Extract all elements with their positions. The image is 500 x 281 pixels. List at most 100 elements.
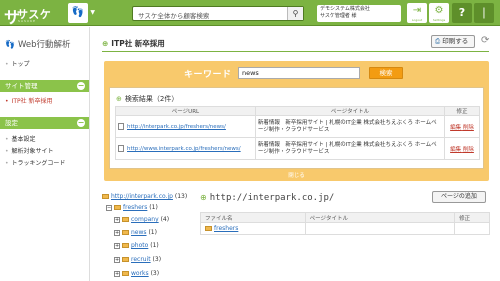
file-table: ファイル名 ページタイトル 修正 freshers bbox=[200, 212, 490, 235]
footprint-menu-button[interactable]: 👣 ▼ bbox=[68, 3, 95, 23]
file-actions-cell bbox=[454, 222, 490, 235]
delete-link[interactable]: 削除 bbox=[463, 147, 474, 153]
keyword-search-panel: キーワード news 検索 ⊕ 検索結果（2件） ページURL ページタイトル 修… bbox=[104, 61, 489, 181]
sidebar: 👣Web行動解析 トップ サイト管理 − ITP社 新卒採用 設定 − 基本設定… bbox=[0, 27, 90, 281]
row-actions: 編集 削除 bbox=[444, 115, 480, 138]
keyword-label: キーワード bbox=[184, 70, 232, 80]
add-page-button[interactable]: ページの追加 bbox=[432, 191, 486, 203]
folder-icon bbox=[114, 205, 121, 210]
sidebar-title: 👣 Web行動解析 bbox=[5, 40, 71, 50]
expand-icon[interactable]: + bbox=[114, 242, 120, 249]
sidebar-item-itp-recruit[interactable]: ITP社 新卒採用 bbox=[5, 96, 53, 105]
column-header: ページURL bbox=[115, 106, 256, 116]
expand-icon[interactable]: + bbox=[114, 216, 120, 223]
folder-icon bbox=[122, 257, 129, 262]
tree-root[interactable]: http://interpark.co.jp (13) bbox=[102, 193, 187, 200]
sasuke-logo[interactable]: サ サスケ SASUKE bbox=[4, 3, 66, 27]
printer-icon: ⎙ bbox=[435, 37, 441, 45]
results-title: ⊕ 検索結果（2件） bbox=[116, 95, 179, 103]
edit-link[interactable]: 編集 bbox=[450, 147, 461, 153]
tree-node-works[interactable]: + works (3) bbox=[114, 270, 159, 277]
page-title-cell: 新着情報 新卒採用サイト | 札幌のIT企業 株式会社ちえぶくろ ホームページ制… bbox=[254, 115, 446, 138]
folder-icon bbox=[205, 226, 212, 231]
sidebar-section-site[interactable]: サイト管理 − bbox=[0, 80, 89, 92]
page-title: ⊕ ITP社 新卒採用 bbox=[102, 39, 165, 48]
keyword-input[interactable]: news bbox=[238, 67, 360, 79]
settings-button[interactable]: ⚙ Settings bbox=[429, 3, 449, 23]
collapse-icon[interactable]: − bbox=[106, 204, 112, 211]
company-name: デモシステム株式会社 bbox=[320, 6, 370, 12]
info-icon: ❘ bbox=[479, 6, 489, 19]
settings-label: Settings bbox=[432, 18, 446, 22]
logout-label: Logout bbox=[411, 18, 423, 22]
edit-link[interactable]: 編集 bbox=[450, 125, 461, 131]
column-header: ページタイトル bbox=[304, 212, 456, 223]
delete-link[interactable]: 削除 bbox=[463, 125, 474, 131]
logout-button[interactable]: ⇥ Logout bbox=[407, 3, 427, 23]
info-button[interactable]: ❘ bbox=[474, 3, 494, 23]
folder-icon bbox=[122, 243, 129, 248]
tree-node-company[interactable]: + company (4) bbox=[114, 216, 169, 223]
expand-icon[interactable]: + bbox=[114, 229, 120, 236]
user-name: サスケ管理者 様 bbox=[320, 13, 357, 19]
results-table: ページURL ページタイトル 修正 http://interpark.co.jp… bbox=[115, 106, 480, 160]
tree-node-recruit[interactable]: + recruit (3) bbox=[114, 256, 161, 263]
search-results: ⊕ 検索結果（2件） ページURL ページタイトル 修正 http://inter… bbox=[109, 87, 484, 169]
page-title-cell: 新着情報 新卒採用サイト | 札幌のIT企業 株式会社ちえぶくろ ホームページ制… bbox=[254, 137, 446, 160]
column-header: ページタイトル bbox=[254, 106, 446, 116]
sidebar-section-settings[interactable]: 設定 − bbox=[0, 117, 89, 129]
collapse-icon[interactable]: − bbox=[77, 119, 85, 127]
table-row: freshers bbox=[200, 222, 490, 235]
tree-node-freshers[interactable]: − freshers (1) bbox=[106, 204, 158, 211]
folder-icon bbox=[122, 217, 129, 222]
tree-node-photo[interactable]: + photo (1) bbox=[114, 242, 159, 249]
page-url-link[interactable]: http://interpark.co.jp/freshers/news/ bbox=[115, 115, 256, 138]
search-input[interactable]: サスケ全体から顧客検索 bbox=[138, 10, 209, 20]
file-title-cell bbox=[304, 222, 456, 235]
main-content: ⊕ ITP社 新卒採用 ⎙ 印刷する ⟳ キーワード news 検索 ⊕ 検索結果（2… bbox=[92, 27, 500, 281]
page-icon bbox=[118, 123, 124, 130]
sidebar-item-basic-settings[interactable]: 基本設定 bbox=[5, 134, 36, 143]
app-header: サ サスケ SASUKE 👣 ▼ サスケ全体から顧客検索 ⚲ デモシステム株式会… bbox=[0, 0, 500, 27]
table-row: http://www.interpark.co.jp/freshers/news… bbox=[115, 137, 480, 160]
footprint-icon: 👣 bbox=[71, 7, 85, 18]
title-divider bbox=[102, 51, 489, 52]
footprint-icon: 👣 bbox=[5, 40, 15, 49]
row-actions: 編集 削除 bbox=[444, 137, 480, 160]
column-header: 修正 bbox=[454, 212, 490, 223]
column-header: 修正 bbox=[444, 106, 480, 116]
tree-node-news[interactable]: + news (1) bbox=[114, 229, 157, 236]
folder-icon bbox=[102, 194, 109, 199]
directory-path: ⊕ http://interpark.co.jp/ bbox=[200, 193, 335, 203]
page-icon bbox=[118, 145, 124, 152]
file-name-cell[interactable]: freshers bbox=[200, 222, 306, 235]
gear-icon: ⚙ bbox=[434, 5, 444, 16]
column-header: ファイル名 bbox=[200, 212, 306, 223]
sidebar-item-top[interactable]: トップ bbox=[5, 59, 30, 68]
logout-icon: ⇥ bbox=[412, 5, 422, 16]
expand-icon[interactable]: + bbox=[114, 270, 120, 277]
customer-search[interactable]: サスケ全体から顧客検索 ⚲ bbox=[132, 6, 304, 21]
logo-subtext: SASUKE bbox=[18, 19, 36, 23]
collapse-icon[interactable]: − bbox=[77, 82, 85, 90]
help-button[interactable]: ? bbox=[452, 3, 472, 23]
account-info: デモシステム株式会社 サスケ管理者 様 bbox=[317, 5, 401, 22]
search-icon: ⚲ bbox=[292, 9, 299, 18]
table-row: http://interpark.co.jp/freshers/news/ 新着… bbox=[115, 115, 480, 138]
folder-icon bbox=[122, 230, 129, 235]
expand-icon[interactable]: + bbox=[114, 256, 120, 263]
help-icon: ? bbox=[458, 6, 466, 19]
keyword-search-button[interactable]: 検索 bbox=[369, 67, 403, 79]
chevron-down-icon: ▼ bbox=[90, 9, 95, 16]
circle-arrow-icon: ⊕ bbox=[200, 193, 207, 202]
search-button[interactable]: ⚲ bbox=[287, 7, 303, 20]
print-button[interactable]: ⎙ 印刷する bbox=[431, 35, 475, 48]
sidebar-item-target-sites[interactable]: 解析対象サイト bbox=[5, 146, 54, 155]
folder-icon bbox=[122, 271, 129, 276]
sidebar-item-tracking-code[interactable]: トラッキングコード bbox=[5, 158, 66, 167]
circle-arrow-icon: ⊕ bbox=[116, 95, 122, 103]
close-results-button[interactable]: 閉じる bbox=[104, 171, 489, 179]
page-url-link[interactable]: http://www.interpark.co.jp/freshers/news… bbox=[115, 137, 256, 160]
circle-arrow-icon: ⊕ bbox=[102, 39, 109, 48]
refresh-icon[interactable]: ⟳ bbox=[481, 35, 489, 46]
